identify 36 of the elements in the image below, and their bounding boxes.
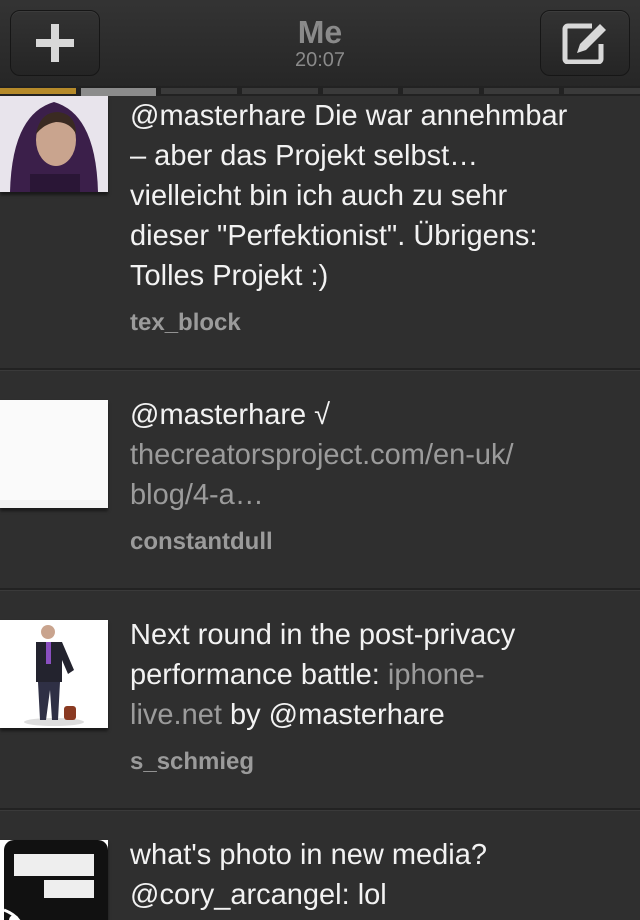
page-indicator[interactable] xyxy=(80,88,156,96)
tweet-link[interactable]: live.net xyxy=(130,699,222,731)
tweet-text: @cory_arcangel: lol xyxy=(130,879,387,911)
time-label: 20:07 xyxy=(294,49,346,71)
page-indicator[interactable] xyxy=(564,88,640,94)
tweet-text: vielleicht bin ich auch zu sehr xyxy=(130,180,508,212)
page-indicator[interactable] xyxy=(403,88,479,94)
tweet-link[interactable]: iphone- xyxy=(388,659,485,691)
page-indicator[interactable] xyxy=(484,88,560,94)
tweet-text: Tolles Projekt :) xyxy=(130,260,328,292)
tweet-text: dieser "Perfektionist". Übrigens: xyxy=(130,220,538,252)
username: tex_block xyxy=(130,308,242,338)
plus-icon xyxy=(36,24,74,62)
tweet-link[interactable]: blog/4-a… xyxy=(130,479,264,511)
tweet-row[interactable]: @masterhare √ thecreatorsproject.com/en-uk/ blog/4-a… constantdull xyxy=(0,370,640,590)
tweet-text: – aber das Projekt selbst… xyxy=(130,140,478,172)
page-indicator[interactable] xyxy=(322,88,398,94)
tweet-text: Next round in the post-privacy xyxy=(130,619,516,651)
add-button[interactable] xyxy=(10,10,100,76)
username: s_schmieg xyxy=(130,747,256,777)
tweet-text: what's photo in new media? xyxy=(130,839,487,871)
compose-button[interactable] xyxy=(540,10,630,76)
screen-title: Me xyxy=(298,15,342,49)
tweet-text: @masterhare √ xyxy=(130,399,330,431)
tweet-row[interactable]: what's photo in new media? @cory_arcangel: lol xyxy=(0,810,640,920)
compose-icon xyxy=(562,22,608,64)
username: constantdull xyxy=(130,527,274,557)
tweet-text: by @masterhare xyxy=(228,699,445,731)
tweet-link[interactable]: thecreatorsproject.com/en-uk/ xyxy=(130,439,514,471)
tweet-row[interactable]: Next round in the post-privacy performance battle: iphone- live.net by @masterhare s_schmieg xyxy=(0,590,640,810)
tweet-row[interactable]: @masterhare Die war annehmbar – aber das Projekt selbst… vielleicht bin ich auch zu sehr dieser "Perfektionist". Übrigens: Tolles Projekt :) tex_block xyxy=(0,96,640,370)
tweet-text: @masterhare Die war annehmbar xyxy=(130,100,568,132)
page-indicator[interactable] xyxy=(242,88,318,94)
tweet-text: performance battle: xyxy=(130,659,381,691)
page-indicator[interactable] xyxy=(161,88,237,94)
page-indicator[interactable] xyxy=(0,88,76,94)
